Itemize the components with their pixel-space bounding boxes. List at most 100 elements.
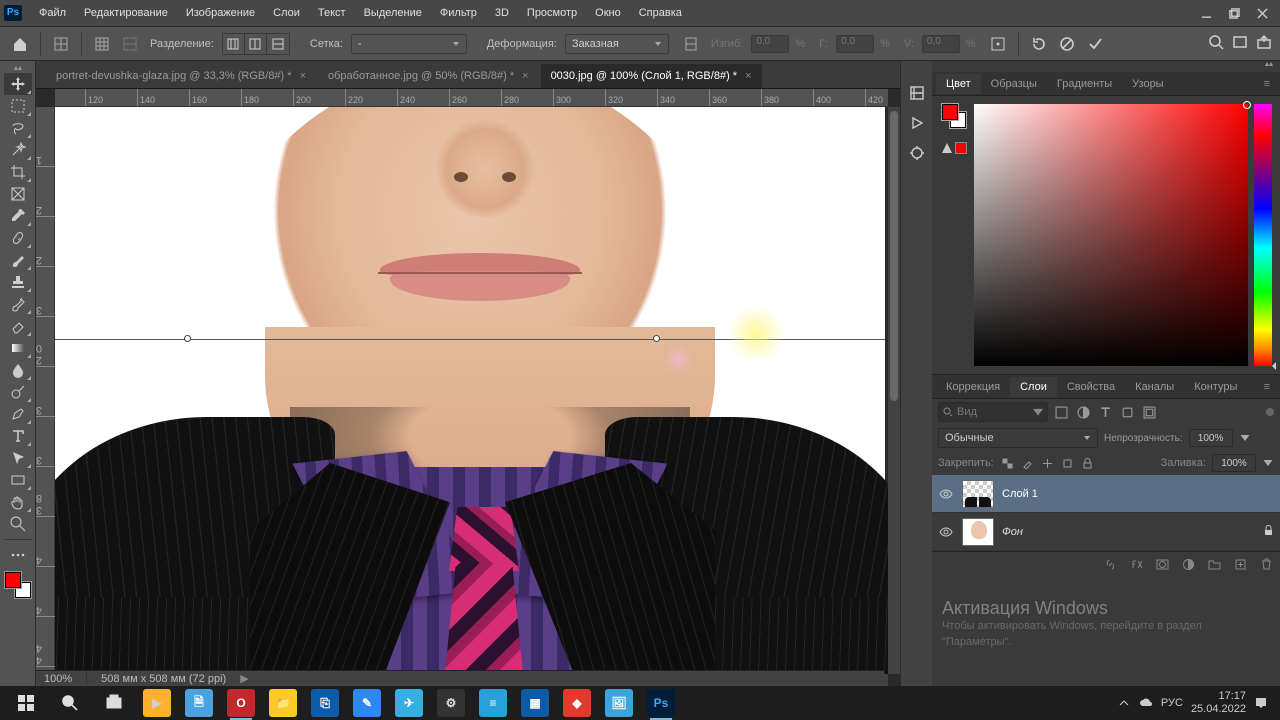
tray-datetime[interactable]: 17:1725.04.2022 [1191,690,1246,716]
vertical-ruler[interactable]: 1 2 2 3 20 3 3 38 4 4 44 [36,107,55,674]
layer-name[interactable]: Фон [1002,526,1023,538]
panel-menu-icon[interactable]: ≡ [1258,78,1276,90]
brush-tool[interactable] [4,249,32,271]
new-group-icon[interactable] [1206,557,1222,573]
taskview-button[interactable] [92,686,136,720]
menu-view[interactable]: Просмотр [518,0,586,27]
grid-split-h-icon[interactable] [118,32,142,56]
maximize-button[interactable] [1220,2,1248,24]
tab-patterns[interactable]: Узоры [1122,74,1173,94]
layer-mask-icon[interactable] [1154,557,1170,573]
warp-handle[interactable] [653,335,660,342]
menu-3d[interactable]: 3D [486,0,518,27]
reset-icon[interactable] [1027,32,1051,56]
menu-text[interactable]: Текст [309,0,355,27]
eyedropper-tool[interactable] [4,205,32,227]
move-tool[interactable] [4,73,32,95]
layer-row[interactable]: Фон [932,513,1280,551]
notifications-icon[interactable] [1254,696,1268,710]
warp-handle[interactable] [184,335,191,342]
search-button[interactable] [48,686,92,720]
start-button[interactable] [4,686,48,720]
warp-orientation-icon[interactable] [679,32,703,56]
lock-position-icon[interactable] [1040,455,1056,471]
type-tool[interactable] [4,425,32,447]
cancel-transform-icon[interactable] [1055,32,1079,56]
layer-kind-select[interactable]: Вид [938,402,1048,422]
edit-toolbar-icon[interactable] [4,544,32,566]
healing-tool[interactable] [4,227,32,249]
new-layer-icon[interactable] [1232,557,1248,573]
crop-tool[interactable] [4,161,32,183]
split-cols-button[interactable] [223,34,245,54]
rect-tool[interactable] [4,469,32,491]
taskbar-app[interactable]: 🖼 [598,686,640,720]
close-icon[interactable]: × [522,70,528,82]
grid-split-icon[interactable] [90,32,114,56]
tray-chevron-icon[interactable] [1117,696,1131,710]
split-both-button[interactable] [267,34,289,54]
taskbar-app[interactable]: ▦ [514,686,556,720]
vertical-scrollbar[interactable] [888,107,900,674]
saturation-value-field[interactable] [974,104,1248,366]
menu-select[interactable]: Выделение [355,0,431,27]
menu-help[interactable]: Справка [630,0,691,27]
swatch-pair[interactable] [942,104,966,128]
tab-color[interactable]: Цвет [936,74,981,94]
lasso-tool[interactable] [4,117,32,139]
taskbar-app[interactable]: 📁 [262,686,304,720]
taskbar-app[interactable]: ≡ [472,686,514,720]
menu-edit[interactable]: Редактирование [75,0,177,27]
actions-icon[interactable] [907,113,927,133]
doc-dimensions[interactable]: 508 мм x 508 мм (72 ppi) [101,673,226,685]
commit-transform-icon[interactable] [1083,32,1107,56]
vdist-input[interactable]: 0,0 [922,35,960,53]
opacity-value[interactable]: 100% [1189,429,1233,447]
layer-fx-icon[interactable] [1128,557,1144,573]
tab-layers[interactable]: Слои [1010,377,1057,397]
warp-select[interactable]: Заказная [565,34,669,54]
doc-tab-2[interactable]: 0030.jpg @ 100% (Слой 1, RGB/8#) *× [541,64,762,88]
filter-toggle[interactable] [1266,408,1274,416]
layer-row[interactable]: Слой 1 [932,475,1280,513]
tab-properties[interactable]: Свойства [1057,377,1125,397]
pen-tool[interactable] [4,403,32,425]
eraser-tool[interactable] [4,315,32,337]
tray-cloud-icon[interactable] [1139,696,1153,710]
marquee-tool[interactable] [4,95,32,117]
minimize-button[interactable] [1192,2,1220,24]
frame-tool[interactable] [4,183,32,205]
close-icon[interactable]: × [300,70,306,82]
menu-image[interactable]: Изображение [177,0,264,27]
adjustment-layer-icon[interactable] [1180,557,1196,573]
zoom-level[interactable]: 100% [44,673,72,685]
search-icon[interactable] [1208,34,1224,53]
doc-tab-0[interactable]: portret-devushka-glaza.jpg @ 33,3% (RGB/… [46,64,316,88]
tray-lang[interactable]: РУС [1161,697,1183,709]
share-icon[interactable] [1256,34,1272,53]
filter-adjust-icon[interactable] [1074,403,1092,421]
taskbar-app[interactable]: ⎘ [304,686,346,720]
lock-artboard-icon[interactable] [1060,455,1076,471]
filter-shape-icon[interactable] [1118,403,1136,421]
zoom-tool[interactable] [4,513,32,535]
tab-swatches[interactable]: Образцы [981,74,1047,94]
fill-value[interactable]: 100% [1212,454,1256,472]
taskbar-photoshop[interactable]: Ps [640,686,682,720]
color-swatches[interactable] [5,572,31,598]
visibility-icon[interactable] [938,524,954,540]
canvas[interactable] [55,107,885,674]
horizontal-ruler[interactable]: 120 140 160 180 200 220 240 260 280 300 … [55,89,888,107]
hdist-input[interactable]: 0,0 [836,35,874,53]
taskbar-app[interactable]: ⚙ [430,686,472,720]
lock-pixels-icon[interactable] [1020,455,1036,471]
doc-tab-1[interactable]: обработанное.jpg @ 50% (RGB/8#) *× [318,64,539,88]
foreground-color[interactable] [5,572,21,588]
menu-file[interactable]: Файл [30,0,75,27]
path-select-tool[interactable] [4,447,32,469]
frame-icon[interactable] [1232,34,1248,53]
tab-channels[interactable]: Каналы [1125,377,1184,397]
anchor-icon[interactable] [986,32,1010,56]
menu-filter[interactable]: Фильтр [431,0,486,27]
hue-slider[interactable] [1254,104,1272,366]
